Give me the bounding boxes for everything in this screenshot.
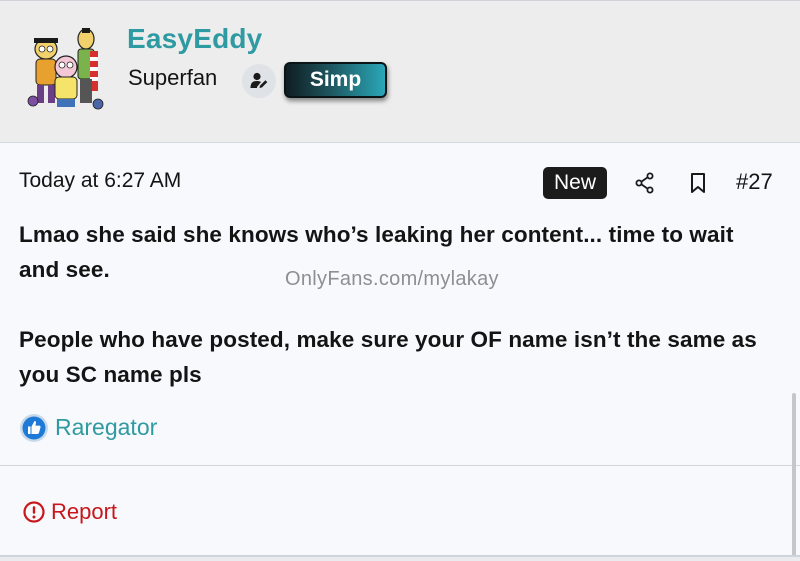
user-avatar[interactable] <box>24 25 106 111</box>
report-button[interactable]: Report <box>51 499 117 525</box>
reaction-user-link[interactable]: Raregator <box>55 414 157 441</box>
username-link[interactable]: EasyEddy <box>127 23 262 55</box>
divider <box>0 465 800 466</box>
user-edit-icon <box>242 64 276 98</box>
watermark-text: OnlyFans.com/mylakay <box>285 268 499 290</box>
message-card: EasyEddy Superfan Simp Today at 6:27 AM … <box>0 0 800 557</box>
thumbs-up-icon <box>19 413 49 443</box>
user-banner: Simp <box>284 62 387 98</box>
message-user-header: EasyEddy Superfan Simp <box>0 1 800 143</box>
report-icon[interactable] <box>22 500 46 524</box>
post-number-link[interactable]: #27 <box>736 169 773 195</box>
share-icon[interactable] <box>633 171 657 195</box>
message-body: Lmao she said she knows who’s leaking he… <box>19 217 779 392</box>
scrollbar[interactable] <box>792 393 796 555</box>
user-title: Superfan <box>128 65 218 90</box>
message-paragraph: People who have posted, make sure your O… <box>19 327 757 387</box>
cartoon-trio-avatar-icon <box>27 28 104 110</box>
bookmark-icon[interactable] <box>686 171 710 195</box>
message-timestamp[interactable]: Today at 6:27 AM <box>19 169 181 193</box>
new-badge: New <box>543 167 607 199</box>
